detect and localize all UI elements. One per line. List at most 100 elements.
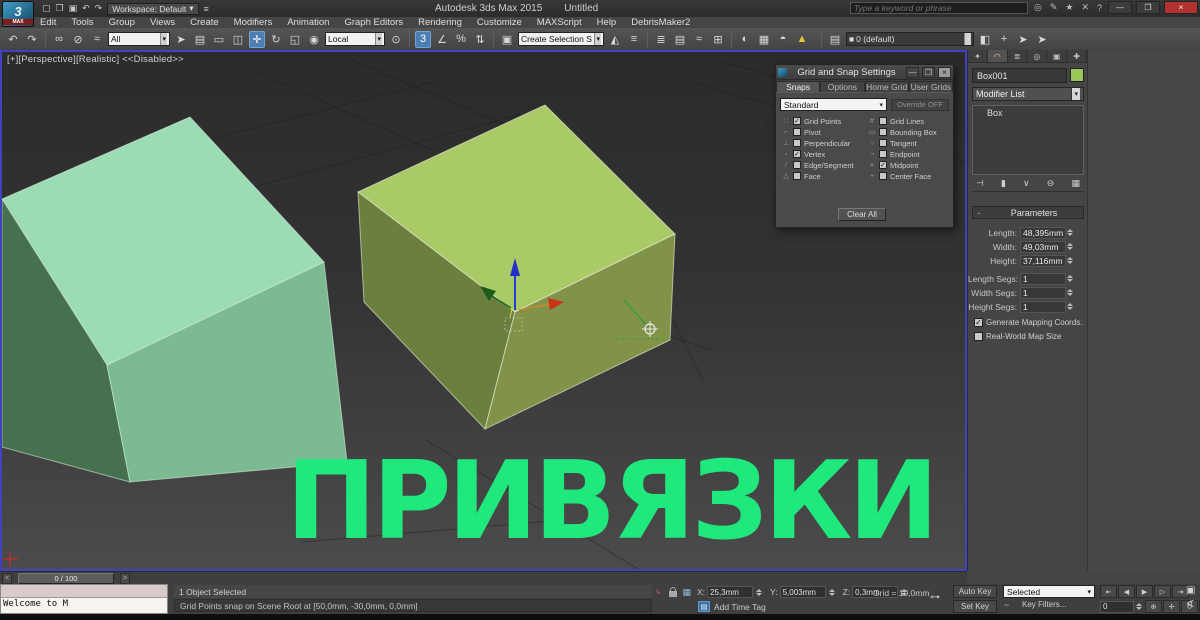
remove-modifier-icon[interactable]: ⊖	[1047, 178, 1055, 191]
unlink-selection-icon[interactable]: ⊘	[70, 31, 86, 48]
add-to-layer-icon[interactable]: ➤	[1034, 31, 1050, 48]
previous-frame-button[interactable]: ◀	[1118, 585, 1135, 598]
pin-stack-icon[interactable]: ⊣	[976, 178, 984, 191]
width-segs-field[interactable]: 1	[1020, 286, 1066, 299]
height-segs-spinner[interactable]	[1067, 301, 1075, 313]
snap-preset-dropdown[interactable]: Standard ▾	[780, 98, 887, 111]
width-segs-spinner[interactable]	[1067, 287, 1075, 299]
favorites-icon[interactable]: ★	[1063, 2, 1075, 13]
exchange-icon[interactable]: ✕	[1079, 2, 1091, 13]
x-coordinate-field[interactable]: 25,3mm	[707, 586, 754, 598]
tab-modify-icon[interactable]: ◠	[987, 50, 1008, 62]
object-name-field[interactable]: Box001	[972, 68, 1067, 83]
tab-hierarchy-icon[interactable]: ≣	[1007, 50, 1028, 62]
layer-manager-icon[interactable]: ≣	[653, 31, 669, 48]
tab-user-grids[interactable]: User Grids	[908, 81, 953, 92]
next-frame-button[interactable]: ▷	[1154, 585, 1171, 598]
open-file-icon[interactable]: ❒	[56, 3, 64, 14]
configure-modifier-icon[interactable]: ▦	[1071, 178, 1080, 191]
tab-motion-icon[interactable]: ◎	[1027, 50, 1048, 62]
timeline-prev-button[interactable]: <	[2, 572, 12, 584]
isolate-icon[interactable]: ◧	[977, 31, 993, 48]
scene-explorer-icon[interactable]: ▤	[672, 31, 688, 48]
maxscript-mini-listener[interactable]: Welcome to M	[0, 584, 168, 614]
zoom-extents-icon[interactable]: ▣	[1186, 585, 1198, 598]
undo-icon[interactable]: ↶	[82, 3, 90, 14]
create-new-layer-icon[interactable]: +	[996, 31, 1012, 48]
grid-points-checkbox[interactable]: ✓	[793, 117, 801, 125]
modifier-stack[interactable]: Box	[972, 105, 1084, 175]
minimize-button[interactable]: —	[1108, 1, 1132, 14]
menu-debrismaker[interactable]: DebrisMaker2	[631, 17, 690, 28]
active-layer-dropdown[interactable]: ■ 0 (default) ▾	[846, 32, 974, 46]
x-spinner[interactable]	[756, 586, 764, 598]
align-icon[interactable]: ≡	[626, 31, 642, 48]
frame-spinner[interactable]	[1136, 601, 1144, 613]
use-pivot-center-icon[interactable]: ⊙	[388, 31, 404, 48]
workspace-dropdown[interactable]: Workspace: Default ▾	[107, 2, 199, 15]
search-input[interactable]	[849, 1, 1028, 14]
select-object-icon[interactable]: ➤	[173, 31, 189, 48]
add-time-tag[interactable]: ▤ Add Time Tag	[698, 601, 766, 612]
face-checkbox[interactable]	[793, 172, 801, 180]
maximize-button[interactable]: ❐	[1136, 1, 1160, 14]
bounding-box-checkbox[interactable]	[879, 128, 887, 136]
modifier-list-dropdown[interactable]: Modifier List ▾	[972, 87, 1084, 101]
set-key-button[interactable]: Set Key	[953, 600, 997, 613]
named-selection-dropdown[interactable]: Create Selection Se ▾	[518, 32, 604, 46]
angle-snap-icon[interactable]: ∠	[434, 31, 450, 48]
stack-item-box[interactable]: Box	[973, 106, 1083, 118]
make-unique-icon[interactable]: ∨	[1023, 178, 1030, 191]
selection-lock-icon[interactable]	[668, 587, 677, 597]
tab-options[interactable]: Options	[820, 81, 865, 92]
override-off-button[interactable]: Override OFF	[891, 98, 949, 111]
dialog-close-button[interactable]: ×	[938, 66, 951, 78]
length-spinner[interactable]	[1067, 227, 1075, 239]
auto-key-button[interactable]: Auto Key	[953, 585, 997, 598]
generate-mapping-checkbox[interactable]: ✓	[974, 318, 983, 327]
new-file-icon[interactable]: ▢	[42, 3, 51, 14]
redo-button[interactable]: ↷	[24, 31, 40, 48]
coordinate-system-dropdown[interactable]: Local ▾	[325, 32, 385, 46]
bind-to-spacewarp-icon[interactable]: ≈	[89, 31, 105, 48]
length-field[interactable]: 48,395mm	[1020, 226, 1066, 239]
menu-tools[interactable]: Tools	[71, 17, 93, 28]
length-segs-field[interactable]: 1	[1020, 272, 1066, 285]
vertex-checkbox[interactable]: ✓	[793, 150, 801, 158]
select-and-place-button[interactable]: ◉	[306, 31, 322, 48]
communication-icon[interactable]: ✎	[1048, 2, 1060, 13]
timeline-next-button[interactable]: >	[120, 572, 130, 584]
rectangular-region-icon[interactable]: ▭	[211, 31, 227, 48]
select-by-name-icon[interactable]: ▤	[192, 31, 208, 48]
menu-group[interactable]: Group	[109, 17, 135, 28]
width-spinner[interactable]	[1067, 241, 1075, 253]
pan-icon[interactable]: ✛	[1163, 600, 1180, 613]
edge-segment-checkbox[interactable]	[793, 161, 801, 169]
dialog-minimize-button[interactable]: —	[906, 66, 919, 78]
app-logo-icon[interactable]: 3 MAX	[2, 1, 34, 27]
menu-animation[interactable]: Animation	[287, 17, 329, 28]
search-icon[interactable]: ◎	[1032, 2, 1044, 13]
real-world-checkbox[interactable]	[974, 332, 983, 341]
center-face-checkbox[interactable]	[879, 172, 887, 180]
height-spinner[interactable]	[1067, 255, 1075, 267]
tab-snaps[interactable]: Snaps	[776, 81, 821, 92]
height-segs-field[interactable]: 1	[1020, 300, 1066, 313]
render-setup-icon[interactable]: ◐	[737, 31, 753, 48]
select-and-link-icon[interactable]: ∞	[51, 31, 67, 48]
height-field[interactable]: 37,116mm	[1020, 254, 1066, 267]
isolate-key-icon[interactable]: ♀	[652, 585, 665, 598]
menu-graph-editors[interactable]: Graph Editors	[344, 17, 403, 28]
time-slider[interactable]: 0 / 100	[18, 572, 114, 584]
undo-button[interactable]: ↶	[5, 31, 21, 48]
menu-modifiers[interactable]: Modifiers	[234, 17, 273, 28]
help-icon[interactable]: ?	[1095, 3, 1104, 13]
object-color-swatch[interactable]	[1070, 68, 1084, 82]
selection-filter-dropdown[interactable]: All ▾	[108, 32, 170, 46]
rendered-frame-icon[interactable]: ▦	[756, 31, 772, 48]
redo-icon[interactable]: ↷	[95, 3, 103, 14]
current-frame-field[interactable]: 0	[1100, 600, 1134, 613]
tab-utilities-icon[interactable]: ✚	[1067, 50, 1087, 62]
grid-lines-checkbox[interactable]	[879, 117, 887, 125]
render-production-icon[interactable]: ◓	[775, 31, 791, 48]
